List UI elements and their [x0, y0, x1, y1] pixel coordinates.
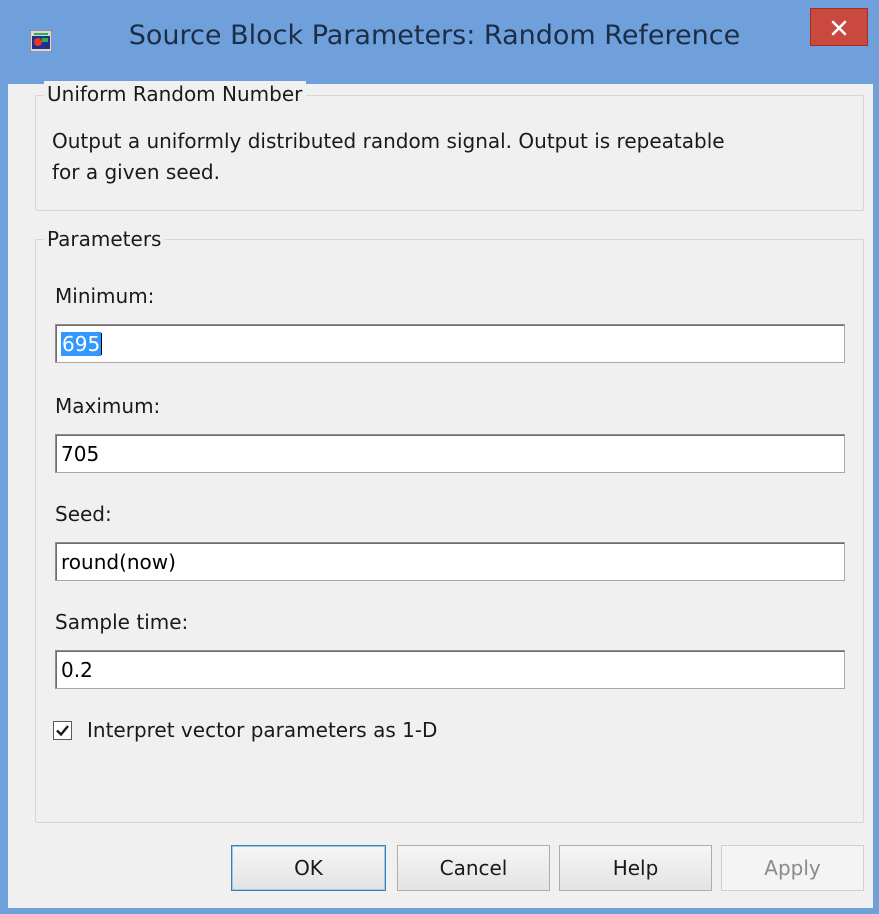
seed-label: Seed: — [55, 502, 112, 526]
dialog-window: Source Block Parameters: Random Referenc… — [0, 0, 879, 914]
help-button-label: Help — [612, 856, 659, 880]
parameters-group-legend: Parameters — [44, 226, 166, 252]
apply-button-label: Apply — [764, 856, 821, 880]
minimum-value: 695 — [61, 332, 102, 356]
description-text-line1: Output a uniformly distributed random si… — [52, 129, 725, 153]
maximum-value: 705 — [61, 442, 100, 466]
sample-time-label: Sample time: — [55, 610, 189, 634]
maximum-label: Maximum: — [55, 394, 161, 418]
maximum-field[interactable]: 705 — [55, 434, 845, 473]
dialog-client-area: Uniform Random Number Output a uniformly… — [8, 81, 873, 908]
ok-button-label: OK — [294, 856, 323, 880]
ok-button[interactable]: OK — [231, 845, 386, 891]
title-bar[interactable]: Source Block Parameters: Random Referenc… — [0, 0, 879, 84]
description-group-legend: Uniform Random Number — [44, 81, 307, 107]
minimum-label: Minimum: — [55, 284, 155, 308]
close-button[interactable] — [810, 8, 868, 46]
description-text-line2: for a given seed. — [52, 160, 220, 184]
seed-value: round(now) — [61, 550, 176, 574]
help-button[interactable]: Help — [559, 845, 712, 891]
minimum-field[interactable]: 695 — [55, 324, 845, 363]
checkmark-icon — [56, 725, 69, 737]
sample-time-value: 0.2 — [61, 658, 93, 682]
apply-button: Apply — [721, 845, 864, 891]
text-caret — [101, 333, 103, 355]
window-title: Source Block Parameters: Random Referenc… — [128, 20, 741, 51]
close-icon — [831, 20, 847, 36]
sample-time-field[interactable]: 0.2 — [55, 650, 845, 689]
cancel-button-label: Cancel — [439, 856, 508, 880]
seed-field[interactable]: round(now) — [55, 542, 845, 581]
interpret-vector-label[interactable]: Interpret vector parameters as 1-D — [87, 718, 437, 742]
cancel-button[interactable]: Cancel — [397, 845, 550, 891]
interpret-vector-checkbox[interactable] — [53, 721, 72, 740]
